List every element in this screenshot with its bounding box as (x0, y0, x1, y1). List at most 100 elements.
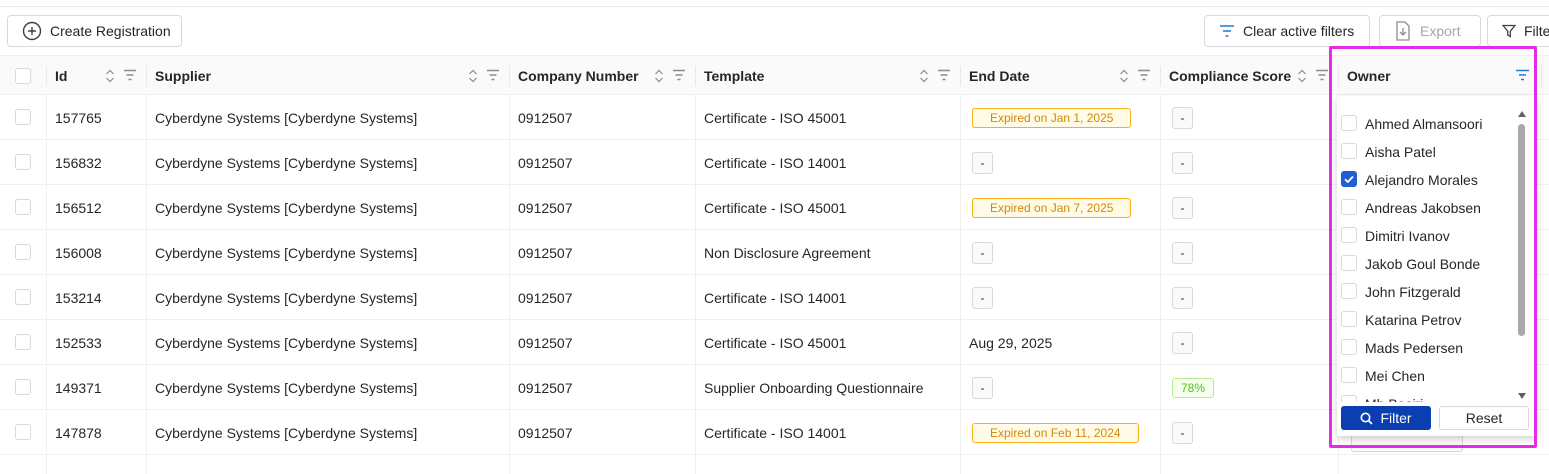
column-header-owner[interactable]: Owner (1339, 56, 1391, 96)
cell-compliance-score: - (1164, 230, 1193, 275)
column-header-compliance-score[interactable]: Compliance Score (1161, 56, 1291, 96)
funnel-icon (1502, 24, 1516, 38)
create-registration-button[interactable]: Create Registration (7, 15, 182, 47)
table-row[interactable]: 156008 Cyberdyne Systems [Cyberdyne Syste… (0, 230, 1549, 275)
column-header-end-date[interactable]: End Date (961, 56, 1030, 96)
owner-option[interactable]: John Fitzgerald (1337, 278, 1517, 306)
table-row[interactable]: 153214 Cyberdyne Systems [Cyberdyne Syste… (0, 275, 1549, 320)
scroll-up-arrow-icon[interactable] (1517, 110, 1527, 118)
apply-filter-button[interactable]: Filter (1341, 406, 1431, 430)
filter-icon[interactable] (486, 69, 500, 81)
empty-tag: - (972, 376, 993, 399)
owner-option[interactable]: Ahmed Almansoori (1337, 110, 1517, 138)
cell-id: 152533 (55, 334, 102, 351)
sort-icon[interactable] (1297, 68, 1307, 84)
table-row[interactable]: 157765 Cyberdyne Systems [Cyberdyne Syste… (0, 95, 1549, 140)
checkbox[interactable] (1341, 311, 1357, 327)
sort-icon[interactable] (1119, 68, 1129, 84)
table-row[interactable]: 147878 Cyberdyne Systems [Cyberdyne Syste… (0, 410, 1549, 455)
sort-icon[interactable] (654, 68, 664, 84)
filter-icon[interactable] (1315, 69, 1329, 81)
row-checkbox[interactable] (15, 334, 31, 350)
owner-option-label: Andreas Jakobsen (1365, 200, 1481, 216)
empty-tag: - (972, 286, 993, 309)
column-header-next[interactable]: S (1542, 56, 1549, 96)
checkbox[interactable] (1341, 199, 1357, 215)
top-divider (0, 6, 1549, 7)
filter-icon[interactable] (672, 69, 686, 81)
cell-end-date: Expired on Jan 7, 2025 (964, 185, 1132, 230)
cell-template: Certificate - ISO 45001 (704, 199, 847, 216)
owner-option[interactable]: Jakob Goul Bonde (1337, 250, 1517, 278)
sort-icon[interactable] (468, 68, 478, 84)
cell-company-number: 0912507 (518, 109, 573, 126)
row-checkbox[interactable] (15, 109, 31, 125)
search-icon (1360, 412, 1374, 425)
checkbox[interactable] (1341, 367, 1357, 383)
filter-icon[interactable] (123, 69, 137, 81)
row-checkbox[interactable] (15, 244, 31, 260)
row-checkbox[interactable] (15, 154, 31, 170)
row-checkbox[interactable] (15, 424, 31, 440)
cell-company-number: 0912507 (518, 244, 573, 261)
table-row[interactable]: 156832 Cyberdyne Systems [Cyberdyne Syste… (0, 140, 1549, 185)
select-all-checkbox[interactable] (15, 68, 31, 84)
checkbox[interactable] (1341, 227, 1357, 243)
cell-compliance-score: - (1164, 185, 1193, 230)
checkbox[interactable] (1341, 115, 1357, 131)
checkmark-icon (1344, 175, 1354, 184)
filter-icon[interactable] (937, 69, 951, 81)
column-header-supplier[interactable]: Supplier (147, 56, 211, 96)
row-checkbox[interactable] (15, 379, 31, 395)
cell-supplier: Cyberdyne Systems [Cyberdyne Systems] (155, 154, 418, 171)
row-checkbox[interactable] (15, 199, 31, 215)
owner-option[interactable]: Katarina Petrov (1337, 306, 1517, 334)
checkbox[interactable] (1341, 143, 1357, 159)
empty-tag: - (972, 241, 993, 264)
table-row[interactable]: 152533 Cyberdyne Systems [Cyberdyne Syste… (0, 320, 1549, 365)
row-checkbox[interactable] (15, 289, 31, 305)
cell-end-date: - (964, 140, 993, 185)
sort-icon[interactable] (919, 68, 929, 84)
filter-lines-icon (1220, 25, 1234, 37)
cell-id: 156832 (55, 154, 102, 171)
scroll-down-arrow-icon[interactable] (1517, 392, 1527, 400)
cell-compliance-score: - (1164, 320, 1193, 365)
cell-template: Certificate - ISO 45001 (704, 334, 847, 351)
cell-id: 156512 (55, 199, 102, 216)
cell-company-number: 0912507 (518, 424, 573, 441)
owner-option[interactable]: Aisha Patel (1337, 138, 1517, 166)
owner-option[interactable]: Mei Chen (1337, 362, 1517, 390)
end-date-text: Aug 29, 2025 (969, 334, 1053, 351)
sort-icon[interactable] (105, 68, 115, 84)
checkbox[interactable] (1341, 339, 1357, 355)
export-button[interactable]: Export (1379, 15, 1481, 47)
empty-tag: - (972, 151, 993, 174)
reset-filter-button[interactable]: Reset (1439, 406, 1529, 430)
owner-option[interactable]: Alejandro Morales (1337, 166, 1517, 194)
empty-tag: - (1172, 106, 1193, 129)
filter-icon[interactable] (1137, 69, 1151, 81)
column-header-company-number[interactable]: Company Number (510, 56, 639, 96)
clear-active-filters-label: Clear active filters (1243, 23, 1355, 39)
cell-supplier: Cyberdyne Systems [Cyberdyne Systems] (155, 424, 418, 441)
column-header-template[interactable]: Template (696, 56, 764, 96)
table-row[interactable]: 149371 Cyberdyne Systems [Cyberdyne Syste… (0, 365, 1549, 410)
cell-company-number: 0912507 (518, 379, 573, 396)
scrollbar-thumb[interactable] (1518, 124, 1525, 336)
cell-compliance-score: - (1164, 140, 1193, 185)
filter-label: Filte (1524, 23, 1549, 39)
checkbox[interactable] (1341, 283, 1357, 299)
table-row[interactable]: 156512 Cyberdyne Systems [Cyberdyne Syste… (0, 185, 1549, 230)
column-header-id[interactable]: Id (47, 56, 67, 96)
checkbox[interactable] (1341, 255, 1357, 271)
filter-button[interactable]: Filte (1487, 15, 1549, 47)
active-filter-icon[interactable] (1515, 69, 1530, 81)
owner-option[interactable]: Andreas Jakobsen (1337, 194, 1517, 222)
checked-checkbox[interactable] (1341, 171, 1357, 187)
owner-option[interactable]: Mads Pedersen (1337, 334, 1517, 362)
clear-active-filters-button[interactable]: Clear active filters (1204, 15, 1370, 47)
owner-option[interactable]: Dimitri Ivanov (1337, 222, 1517, 250)
cell-id: 149371 (55, 379, 102, 396)
apply-filter-label: Filter (1380, 410, 1412, 426)
